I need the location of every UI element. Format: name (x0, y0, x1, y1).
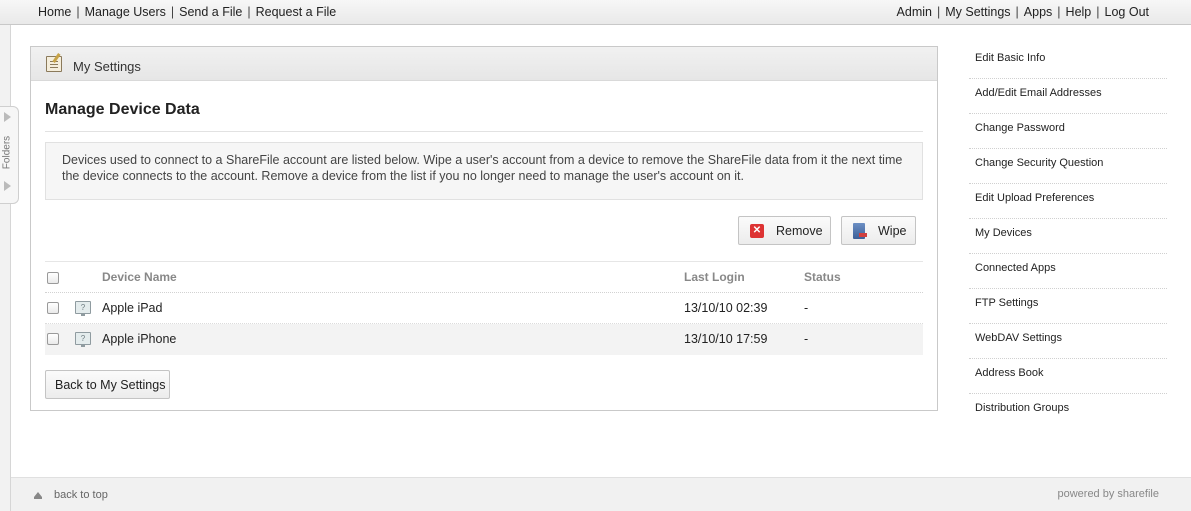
sidebar-item-distribution-groups[interactable]: Distribution Groups (969, 394, 1167, 429)
up-arrow-icon[interactable] (34, 492, 42, 499)
nav-send-file-link[interactable]: Send a File (179, 5, 242, 19)
sidebar-item-webdav-settings[interactable]: WebDAV Settings (969, 324, 1167, 359)
nav-separator: | (1015, 5, 1019, 19)
nav-home-link[interactable]: Home (38, 5, 71, 19)
sidebar-item-ftp-settings[interactable]: FTP Settings (969, 289, 1167, 324)
device-status: - (804, 301, 809, 315)
account-nav: Admin | My Settings | Apps | Help | Log Out (897, 5, 1149, 19)
column-header-last-login[interactable]: Last Login (684, 270, 745, 284)
column-header-status[interactable]: Status (804, 270, 841, 284)
nav-my-settings-link[interactable]: My Settings (945, 5, 1010, 19)
nav-apps-link[interactable]: Apps (1024, 5, 1053, 19)
row-checkbox[interactable] (47, 333, 59, 345)
sidebar-item-connected-apps[interactable]: Connected Apps (969, 254, 1167, 289)
nav-help-link[interactable]: Help (1066, 5, 1092, 19)
panel-title: My Settings (73, 59, 141, 74)
row-checkbox[interactable] (47, 302, 59, 314)
page-footer: back to top powered by sharefile (11, 477, 1191, 511)
device-name: Apple iPhone (102, 332, 177, 346)
nav-admin-link[interactable]: Admin (897, 5, 932, 19)
wipe-button[interactable]: Wipe (841, 216, 916, 245)
table-row: ? Apple iPad 13/10/10 02:39 - (45, 293, 923, 324)
sidebar-item-email-addresses[interactable]: Add/Edit Email Addresses (969, 79, 1167, 114)
primary-nav: Home | Manage Users | Send a File | Request a … (38, 5, 336, 19)
last-login: 13/10/10 17:59 (684, 332, 768, 346)
nav-separator: | (1096, 5, 1100, 19)
divider (45, 261, 923, 262)
nav-separator: | (247, 5, 251, 19)
back-to-top-link[interactable]: back to top (54, 489, 108, 501)
devices-table-header: Device Name Last Login Status (45, 263, 923, 293)
sidebar-item-address-book[interactable]: Address Book (969, 359, 1167, 394)
sidebar-item-upload-preferences[interactable]: Edit Upload Preferences (969, 184, 1167, 219)
back-button-label: Back to My Settings (55, 378, 166, 392)
nav-logout-link[interactable]: Log Out (1105, 5, 1149, 19)
expand-arrow-icon (4, 181, 11, 191)
nav-manage-users-link[interactable]: Manage Users (85, 5, 166, 19)
folders-tab[interactable]: Folders (0, 106, 19, 204)
sidebar-item-my-devices[interactable]: My Devices (969, 219, 1167, 254)
wipe-button-label: Wipe (878, 224, 907, 238)
settings-panel: My Settings Manage Device Data Devices u… (30, 46, 938, 411)
top-navigation-bar: Home | Manage Users | Send a File | Request a … (0, 0, 1191, 25)
wipe-device-icon (853, 223, 867, 239)
sidebar-item-change-password[interactable]: Change Password (969, 114, 1167, 149)
remove-button[interactable]: ✕ Remove (738, 216, 831, 245)
sidebar-item-security-question[interactable]: Change Security Question (969, 149, 1167, 184)
remove-button-label: Remove (776, 224, 823, 238)
panel-header: My Settings (31, 47, 937, 81)
table-row: ? Apple iPhone 13/10/10 17:59 - (45, 324, 923, 355)
device-name: Apple iPad (102, 301, 163, 315)
nav-separator: | (76, 5, 80, 19)
left-rail (0, 25, 11, 511)
back-to-settings-button[interactable]: Back to My Settings (45, 370, 170, 399)
unknown-device-icon: ? (75, 301, 91, 316)
divider (45, 131, 923, 132)
select-all-checkbox[interactable] (47, 272, 59, 284)
nav-separator: | (170, 5, 175, 19)
column-header-device-name[interactable]: Device Name (102, 270, 177, 284)
red-x-icon: ✕ (750, 224, 764, 238)
last-login: 13/10/10 02:39 (684, 301, 768, 315)
device-status: - (804, 332, 809, 346)
expand-arrow-icon (4, 112, 11, 122)
nav-separator: | (1057, 5, 1061, 19)
settings-sidebar: Edit Basic Info Add/Edit Email Addresses… (969, 44, 1167, 429)
nav-separator: | (936, 5, 941, 19)
nav-request-file-link[interactable]: Request a File (256, 5, 337, 19)
folders-tab-label: Folders (1, 135, 13, 170)
info-message: Devices used to connect to a ShareFile a… (45, 142, 923, 200)
powered-by-text: powered by sharefile (1057, 488, 1159, 500)
unknown-device-icon: ? (75, 332, 91, 347)
page-title: Manage Device Data (45, 101, 200, 118)
sidebar-item-edit-basic-info[interactable]: Edit Basic Info (969, 44, 1167, 79)
settings-notepad-icon (46, 56, 62, 72)
